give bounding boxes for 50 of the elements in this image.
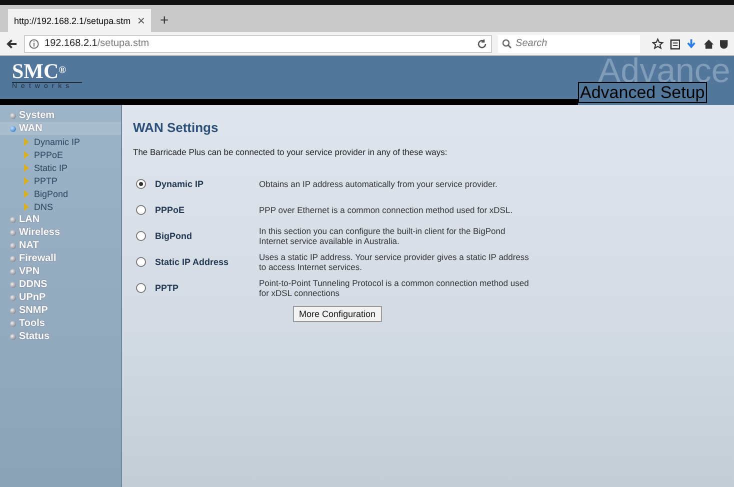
- search-icon: [502, 38, 512, 48]
- sidebar-item[interactable]: VPN: [0, 265, 121, 278]
- info-icon[interactable]: [28, 38, 39, 48]
- option-label: Dynamic IP: [155, 179, 205, 189]
- option-label: PPTP: [155, 283, 180, 293]
- address-field[interactable]: 192.168.2.1/setupa.stm: [24, 34, 492, 52]
- sidebar-subitem[interactable]: Dynamic IP: [0, 135, 121, 148]
- option-description: PPP over Ethernet is a common connection method used for xDSL.: [259, 205, 514, 215]
- option-description: Point-to-Point Tunneling Protocol is a common connection method used for xDSL connections: [259, 278, 529, 298]
- radio-button[interactable]: [136, 179, 146, 189]
- sidebar-item[interactable]: Status: [0, 330, 121, 343]
- sidebar-item[interactable]: SNMP: [0, 304, 121, 317]
- search-placeholder: Search: [516, 38, 548, 49]
- back-icon[interactable]: [6, 38, 18, 50]
- clipboard-icon[interactable]: [670, 38, 680, 50]
- browser-tab[interactable]: http://192.168.2.1/setupa.stm ×: [8, 9, 151, 32]
- star-icon[interactable]: [652, 38, 664, 50]
- sidebar-item[interactable]: NAT: [0, 239, 121, 252]
- option-label: PPPoE: [155, 205, 186, 215]
- url-text: 192.168.2.1/setupa.stm: [44, 38, 150, 49]
- sidebar-subitem[interactable]: PPTP: [0, 174, 121, 187]
- radio-button[interactable]: [136, 231, 146, 241]
- option-description: In this section you can configure the built-in client for the BigPond Internet service available in Australia.: [259, 226, 506, 246]
- sidebar-item[interactable]: Tools: [0, 317, 121, 330]
- home-icon[interactable]: [702, 38, 714, 50]
- sidebar-subitem[interactable]: Static IP: [0, 161, 121, 174]
- option-label: BigPond: [155, 231, 193, 241]
- logo-text: SMC®: [12, 60, 68, 82]
- download-icon[interactable]: [686, 38, 697, 50]
- sidebar-item[interactable]: Wireless: [0, 226, 121, 239]
- new-tab-button[interactable]: +: [160, 12, 169, 29]
- sidebar-subitem[interactable]: BigPond: [0, 187, 121, 200]
- option-label: Static IP Address: [155, 257, 230, 267]
- intro-text: The Barricade Plus can be connected to your service provider in any of these ways:: [133, 147, 448, 157]
- more-configuration-button[interactable]: More Configuration: [293, 306, 382, 322]
- sidebar-item[interactable]: LAN: [0, 213, 121, 226]
- radio-button[interactable]: [136, 257, 146, 267]
- radio-button[interactable]: [136, 283, 146, 293]
- search-field[interactable]: Search: [498, 34, 640, 52]
- radio-button[interactable]: [136, 205, 146, 215]
- section-heading: WAN Settings: [133, 120, 220, 135]
- option-description: Obtains an IP address automatically from your service provider.: [259, 179, 498, 189]
- sidebar-item[interactable]: UPnP: [0, 291, 121, 304]
- reload-icon[interactable]: [476, 38, 487, 48]
- option-description: Uses a static IP address. Your service provider gives a static IP address to access Internet services.: [259, 252, 529, 272]
- close-icon[interactable]: ×: [137, 13, 145, 28]
- sidebar-item[interactable]: DDNS: [0, 278, 121, 291]
- sidebar-subitem[interactable]: PPPoE: [0, 148, 121, 161]
- sidebar-item[interactable]: Firewall: [0, 252, 121, 265]
- sidebar-subitem[interactable]: DNS: [0, 200, 121, 213]
